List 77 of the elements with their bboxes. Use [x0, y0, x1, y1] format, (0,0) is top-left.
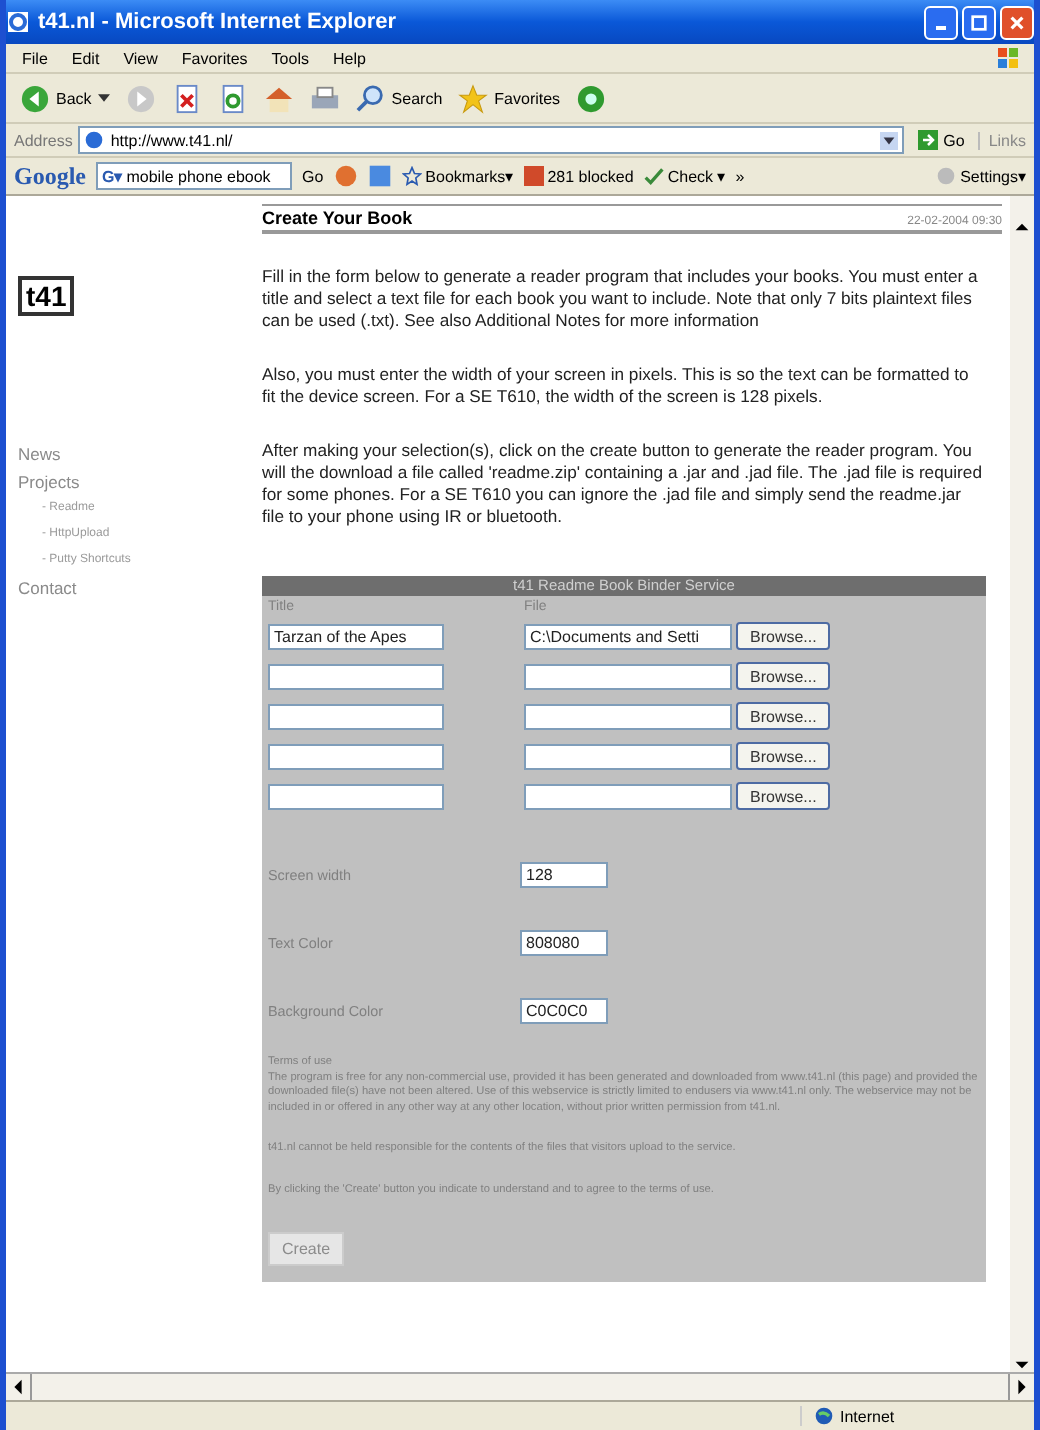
globe-icon	[814, 1406, 834, 1426]
more-button[interactable]: »	[735, 167, 745, 185]
menu-item[interactable]: File	[22, 49, 48, 67]
favorites-button[interactable]: Favorites	[456, 83, 563, 113]
page-icon	[84, 130, 105, 150]
nav-link[interactable]: News	[18, 440, 61, 468]
print-button[interactable]	[307, 83, 342, 113]
check-icon	[643, 166, 664, 186]
caret-icon	[97, 94, 110, 102]
file-field[interactable]	[524, 703, 732, 729]
setting-field[interactable]: 808080	[520, 929, 608, 955]
window-title: t41.nl - Microsoft Internet Explorer	[38, 10, 399, 34]
home-button[interactable]	[261, 83, 296, 113]
search-icon	[355, 83, 386, 113]
horizontal-scrollbar[interactable]	[6, 1372, 1034, 1400]
file-field[interactable]	[524, 743, 732, 769]
star-icon	[458, 83, 489, 113]
setting-field[interactable]: C0C0C0	[520, 997, 608, 1023]
browse-button[interactable]: Browse...	[736, 702, 831, 730]
intro-paragraph: After making your selection(s), click on the create button to generate the reader program. You will the download a file called 'readme.zip' containing a .jar and .jad file. The .jad file is required for some phones. For a SE T610 you can ignore the .jad file and simply send the readme.jar file to your phone using IR or bluetooth.	[262, 440, 984, 528]
popup-blocker-button[interactable]: 281 blocked	[523, 166, 634, 186]
address-field[interactable]: http://www.t41.nl/	[78, 126, 904, 154]
file-field[interactable]	[524, 783, 732, 809]
forward-button[interactable]	[123, 83, 158, 113]
minimize-button[interactable]	[924, 5, 958, 39]
file-field[interactable]: C:\Documents and Setti	[524, 623, 732, 649]
menu-item[interactable]: View	[123, 49, 158, 67]
address-label: Address	[14, 131, 73, 149]
search-button[interactable]: Search	[353, 83, 445, 113]
close-icon	[1008, 13, 1026, 31]
toolbar-icon[interactable]	[333, 164, 358, 188]
blocker-icon	[523, 166, 544, 186]
browser-icon	[6, 10, 30, 34]
file-field[interactable]	[524, 663, 732, 689]
settings-icon	[936, 166, 957, 186]
search-engine-button[interactable]: G▾	[102, 167, 123, 185]
scroll-right-icon[interactable]	[1014, 1378, 1030, 1396]
vertical-scrollbar[interactable]	[1010, 196, 1034, 1372]
maximize-icon	[970, 13, 988, 31]
google-search-field[interactable]: G▾ mobile phone ebook	[96, 162, 292, 190]
star-icon	[401, 166, 422, 186]
browse-button[interactable]: Browse...	[736, 782, 831, 810]
toolbar-icon[interactable]	[367, 164, 392, 188]
title-field[interactable]	[268, 743, 444, 769]
spell-check-button[interactable]: Check ▾	[643, 166, 726, 186]
title-field[interactable]	[268, 783, 444, 809]
site-logo[interactable]: t41	[18, 276, 75, 316]
menu-item[interactable]: Edit	[71, 49, 100, 67]
security-zone: Internet	[800, 1406, 1034, 1426]
browse-button[interactable]: Browse...	[736, 742, 831, 770]
page-heading: Create Your Book	[262, 208, 413, 228]
intro-paragraph: Fill in the form below to generate a reader program that includes your books. You must enter a title and select a text file for each book you want to include. Note that only 7 bits plaintext files can be used (.txt). See also Additional Notes for more information	[262, 266, 980, 332]
settings-button[interactable]: Settings▾	[936, 166, 1026, 186]
title-field[interactable]	[268, 663, 444, 689]
windows-flag-icon	[998, 48, 1018, 68]
title-field[interactable]	[268, 703, 444, 729]
scroll-left-icon[interactable]	[10, 1378, 26, 1396]
bookmarks-button[interactable]: Bookmarks▾	[401, 166, 514, 186]
menu-item[interactable]: Help	[332, 49, 366, 67]
google-go-button[interactable]: Go	[302, 167, 324, 185]
browse-button[interactable]: Browse...	[736, 622, 831, 650]
setting-field[interactable]: 128	[520, 861, 608, 887]
menu-item[interactable]: Favorites	[181, 49, 248, 67]
media-button[interactable]	[574, 83, 609, 113]
scroll-up-icon[interactable]	[1014, 220, 1030, 234]
maximize-button[interactable]	[962, 5, 996, 39]
title-field[interactable]: Tarzan of the Apes	[268, 623, 444, 649]
back-button[interactable]: Back	[18, 83, 112, 113]
intro-paragraph: Also, you must enter the width of your screen in pixels. This is so the text can be formatted to fit the device screen. For a SE T610, the width of the screen is 128 pixels.	[262, 364, 971, 408]
minimize-icon	[936, 26, 946, 30]
browse-button[interactable]: Browse...	[736, 662, 831, 690]
dropdown-icon[interactable]	[879, 131, 898, 149]
menu-item[interactable]: Tools	[271, 49, 309, 67]
go-button[interactable]: Go	[909, 130, 973, 150]
close-button[interactable]	[1000, 5, 1034, 39]
google-logo: Google	[14, 161, 86, 191]
go-arrow-icon	[917, 130, 938, 150]
